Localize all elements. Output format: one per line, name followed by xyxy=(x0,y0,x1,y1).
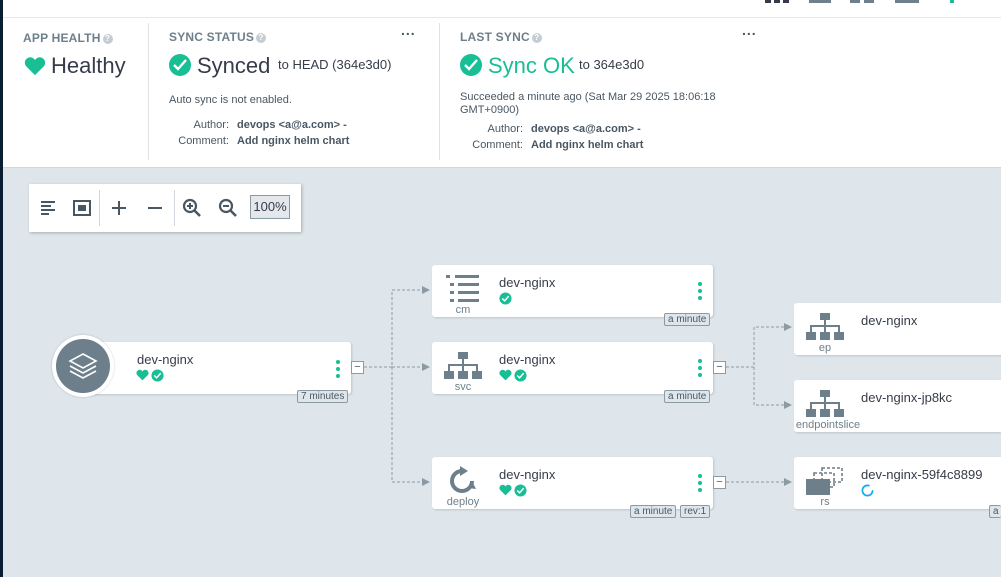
age-badge: 7 minutes xyxy=(297,390,349,403)
node-menu-button[interactable] xyxy=(698,282,702,300)
node-menu-button[interactable] xyxy=(336,360,340,378)
check-circle-icon xyxy=(514,369,527,382)
node-kind: deploy xyxy=(446,496,480,508)
check-circle-icon xyxy=(151,369,164,382)
network-icon xyxy=(806,313,844,340)
node-name: dev-nginx xyxy=(861,313,918,328)
endpointslice-node[interactable]: endpointslice dev-nginx-jp8kc xyxy=(794,380,1001,432)
node-kind: rs xyxy=(820,496,830,508)
collapse-toggle[interactable]: − xyxy=(713,476,726,489)
age-badge: a minute xyxy=(664,390,711,403)
heart-icon xyxy=(499,369,512,381)
age-badge: a minute xyxy=(664,313,711,326)
endpoints-node[interactable]: ep dev-nginx xyxy=(794,303,1001,355)
age-badge-clipped: a xyxy=(989,505,1001,518)
layers-icon xyxy=(68,353,98,379)
heart-icon xyxy=(136,369,149,381)
revision-badge: rev:1 xyxy=(680,505,711,518)
network-icon xyxy=(444,352,482,379)
refresh-icon xyxy=(450,466,476,493)
network-icon xyxy=(806,390,844,417)
list-icon xyxy=(446,275,479,302)
node-kind: svc xyxy=(454,381,472,393)
app-node[interactable]: dev-nginx xyxy=(85,342,351,394)
node-name: dev-nginx xyxy=(137,352,194,367)
service-node[interactable]: svc dev-nginx xyxy=(432,342,713,394)
node-name: dev-nginx xyxy=(499,467,556,482)
node-name: dev-nginx-jp8kc xyxy=(861,390,953,405)
node-kind: endpointslice xyxy=(795,419,861,431)
node-name: dev-nginx xyxy=(499,352,556,367)
age-badge: a minute xyxy=(630,505,677,518)
collapse-toggle[interactable]: − xyxy=(713,361,726,374)
app-icon xyxy=(52,335,114,397)
progressing-spinner-icon xyxy=(861,484,874,497)
configmap-node[interactable]: cm dev-nginx xyxy=(432,265,713,317)
check-circle-icon xyxy=(514,484,527,497)
node-kind: cm xyxy=(455,304,471,316)
collapse-toggle[interactable]: − xyxy=(351,361,364,374)
check-circle-icon xyxy=(499,292,512,305)
node-menu-button[interactable] xyxy=(698,474,702,492)
node-name: dev-nginx xyxy=(499,275,556,290)
replicaset-node[interactable]: rs dev-nginx-59f4c8899 xyxy=(794,457,1001,509)
node-name: dev-nginx-59f4c8899 xyxy=(861,467,983,482)
node-kind: ep xyxy=(818,342,832,354)
heart-icon xyxy=(499,484,512,496)
replicaset-icon xyxy=(806,467,843,495)
node-menu-button[interactable] xyxy=(698,359,702,377)
deployment-node[interactable]: deploy dev-nginx xyxy=(432,457,713,509)
